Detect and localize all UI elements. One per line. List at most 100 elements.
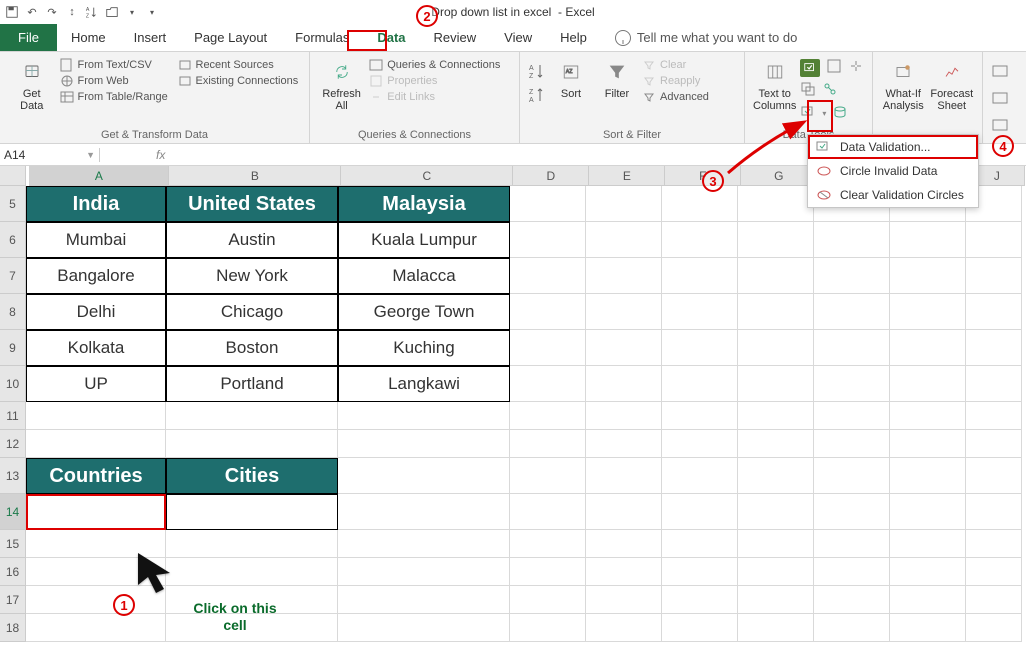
menu-data-validation[interactable]: Data Validation... (808, 135, 978, 159)
tab-review[interactable]: Review (420, 24, 491, 51)
cell[interactable] (510, 402, 586, 430)
cell[interactable] (890, 586, 966, 614)
cell[interactable] (738, 586, 814, 614)
cell[interactable] (662, 458, 738, 494)
cell[interactable] (166, 494, 338, 530)
row-header[interactable]: 12 (0, 430, 26, 458)
cell[interactable] (890, 330, 966, 366)
cell[interactable] (814, 430, 890, 458)
cell[interactable] (662, 614, 738, 642)
tab-data[interactable]: Data (363, 24, 419, 51)
cell[interactable] (738, 530, 814, 558)
cell[interactable]: Boston (166, 330, 338, 366)
select-all-corner[interactable] (0, 166, 26, 186)
cell[interactable] (338, 402, 510, 430)
cell[interactable] (814, 258, 890, 294)
cell[interactable]: Kuala Lumpur (338, 222, 510, 258)
cell[interactable] (510, 430, 586, 458)
cell[interactable] (586, 458, 662, 494)
relationships-icon[interactable] (822, 81, 838, 100)
cell[interactable] (662, 222, 738, 258)
cell[interactable] (510, 530, 586, 558)
cell[interactable] (966, 366, 1022, 402)
cell[interactable] (738, 366, 814, 402)
cell[interactable] (586, 530, 662, 558)
cell[interactable] (662, 258, 738, 294)
dropdown-icon[interactable]: ▾ (124, 4, 140, 20)
sort-icon[interactable]: AZ (84, 4, 100, 20)
cell[interactable]: Austin (166, 222, 338, 258)
cell[interactable] (966, 458, 1022, 494)
from-table-range[interactable]: From Table/Range (60, 90, 174, 104)
cell[interactable]: Kuching (338, 330, 510, 366)
column-header[interactable]: C (341, 166, 513, 186)
sort-za-button[interactable]: ZA (528, 86, 546, 104)
customize-qat-icon[interactable]: ▾ (144, 4, 160, 20)
row-header[interactable]: 13 (0, 458, 26, 494)
cell[interactable] (814, 530, 890, 558)
cell[interactable] (890, 366, 966, 402)
cell[interactable] (814, 294, 890, 330)
data-validation-button[interactable] (800, 59, 820, 77)
cell[interactable] (338, 530, 510, 558)
cell[interactable] (890, 614, 966, 642)
cell[interactable] (662, 430, 738, 458)
tell-me-search[interactable]: Tell me what you want to do (601, 24, 811, 51)
forecast-sheet-button[interactable]: Forecast Sheet (930, 56, 975, 112)
cell[interactable] (966, 558, 1022, 586)
advanced-filter[interactable]: Advanced (642, 90, 709, 104)
cell[interactable]: UP (26, 366, 166, 402)
row-header[interactable]: 18 (0, 614, 26, 642)
from-web[interactable]: From Web (60, 74, 174, 88)
fx-icon[interactable]: fx (156, 148, 170, 162)
cell[interactable] (662, 330, 738, 366)
cell[interactable] (166, 558, 338, 586)
cell[interactable] (814, 330, 890, 366)
tab-insert[interactable]: Insert (120, 24, 181, 51)
column-header[interactable]: A (29, 166, 169, 186)
cell[interactable] (890, 558, 966, 586)
cell[interactable] (586, 222, 662, 258)
cell[interactable] (510, 186, 586, 222)
cell[interactable] (814, 222, 890, 258)
cell[interactable] (738, 558, 814, 586)
cell[interactable] (586, 402, 662, 430)
row-header[interactable]: 11 (0, 402, 26, 430)
cell[interactable] (510, 614, 586, 642)
subtotal-icon[interactable] (991, 116, 1009, 137)
cell[interactable] (814, 586, 890, 614)
cell[interactable]: India (26, 186, 166, 222)
column-header[interactable]: E (589, 166, 665, 186)
what-if-button[interactable]: What-If Analysis (881, 56, 926, 112)
edit-links[interactable]: Edit Links (369, 90, 511, 104)
cell[interactable]: Cities (166, 458, 338, 494)
row-header[interactable]: 10 (0, 366, 26, 402)
cell[interactable] (814, 494, 890, 530)
tab-help[interactable]: Help (546, 24, 601, 51)
redo-icon[interactable]: ↷ (44, 4, 60, 20)
cell[interactable] (26, 430, 166, 458)
cell[interactable] (338, 458, 510, 494)
cell[interactable] (586, 558, 662, 586)
cell[interactable] (814, 366, 890, 402)
cell[interactable]: Countries (26, 458, 166, 494)
text-to-columns-button[interactable]: Text to Columns (753, 56, 796, 112)
tab-file[interactable]: File (0, 24, 57, 51)
row-header[interactable]: 9 (0, 330, 26, 366)
cell[interactable] (338, 558, 510, 586)
cell[interactable] (966, 586, 1022, 614)
cell[interactable] (586, 494, 662, 530)
reapply-filter[interactable]: Reapply (642, 74, 709, 88)
row-header[interactable]: 14 (0, 494, 26, 530)
sort-button[interactable]: AZ Sort (550, 56, 592, 100)
cell[interactable]: Malacca (338, 258, 510, 294)
cell[interactable] (510, 458, 586, 494)
touch-mode-icon[interactable]: ↕ (64, 4, 80, 20)
cell[interactable] (890, 494, 966, 530)
cell[interactable] (166, 430, 338, 458)
flash-fill-icon[interactable] (826, 58, 842, 77)
cell[interactable] (966, 494, 1022, 530)
cell[interactable] (738, 458, 814, 494)
cell[interactable] (966, 430, 1022, 458)
queries-connections[interactable]: Queries & Connections (369, 58, 511, 72)
